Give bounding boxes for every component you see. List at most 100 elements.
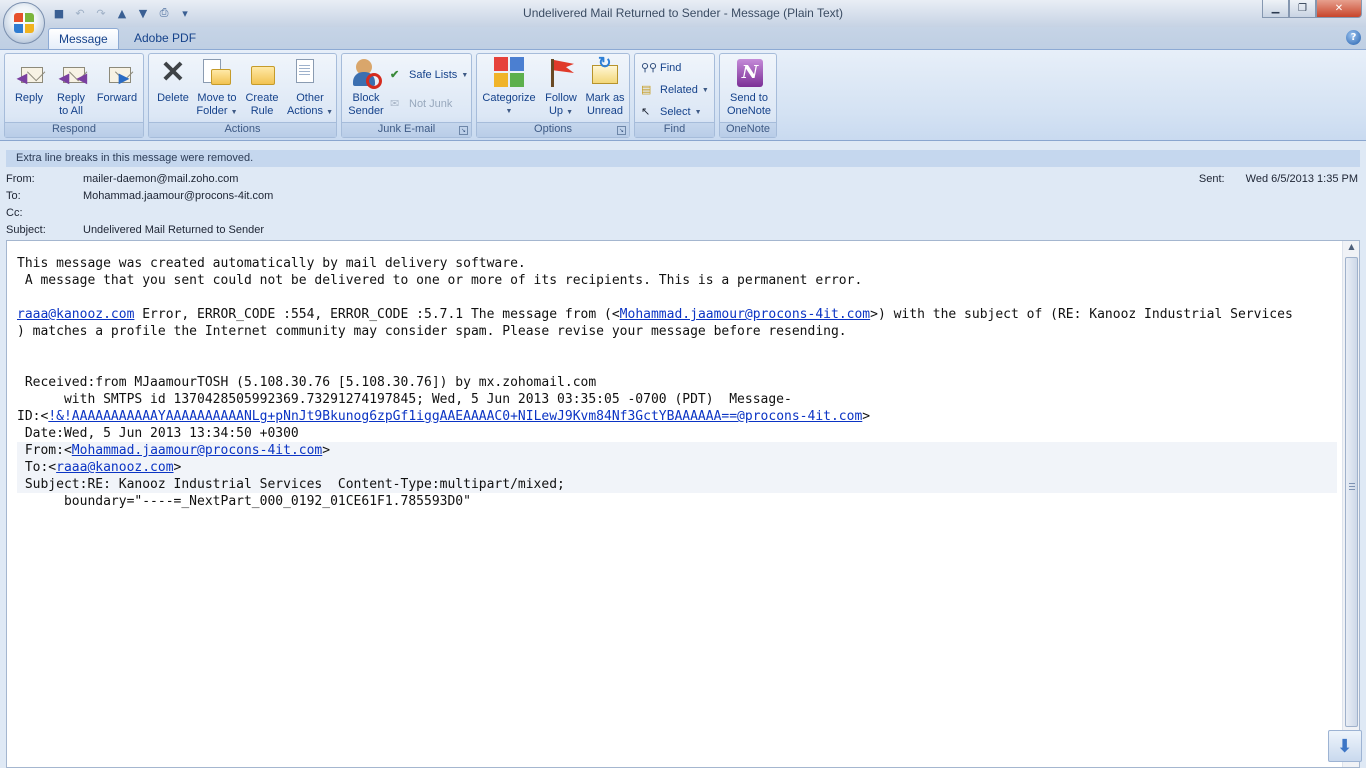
group-label-respond: Respond (5, 122, 143, 137)
move-to-folder-button[interactable]: Move to Folder ▼ (194, 57, 240, 121)
select-cursor-icon: ↖ (641, 105, 651, 118)
body-line: Subject:RE: Kanooz Industrial Services C… (17, 476, 1337, 493)
sent-label: Sent: (1198, 173, 1225, 185)
minimize-button[interactable]: ▁ (1262, 0, 1289, 18)
move-to-folder-icon (201, 57, 233, 89)
reply-all-button[interactable]: ◄◄ Reply to All (51, 57, 91, 121)
body-line: ) matches a profile the Internet communi… (17, 324, 847, 339)
dropdown-arrow-icon: ▼ (461, 71, 469, 79)
not-junk-button[interactable]: ✉ Not Junk (390, 95, 452, 113)
from-label: From: (6, 173, 35, 185)
scroll-up-icon[interactable]: ▲ (1344, 242, 1359, 256)
from-value[interactable]: mailer-daemon@mail.zoho.com (83, 173, 238, 185)
categorize-button[interactable]: Categorize ▼ (480, 57, 538, 121)
scrollbar-thumb[interactable] (1345, 257, 1358, 727)
group-respond: ◄ Reply ◄◄ Reply to All ► Forward Respon… (4, 53, 144, 138)
onenote-icon: N (733, 57, 765, 89)
body-line: ID:<!&!AAAAAAAAAAAYAAAAAAAAAANLg+pNnJt9B… (17, 409, 871, 424)
subject-value: Undelivered Mail Returned to Sender (83, 224, 264, 236)
sent-value: Wed 6/5/2013 1:35 PM (1245, 173, 1358, 185)
body-line: Received:from MJaamourTOSH (5.108.30.76 … (17, 375, 597, 390)
body-line: This message was created automatically b… (17, 256, 526, 271)
tab-adobe-pdf[interactable]: Adobe PDF (124, 28, 206, 49)
dialog-launcher-icon[interactable]: ↘ (617, 126, 626, 135)
safe-lists-button[interactable]: ✔ Safe Lists ▼ (390, 66, 468, 84)
related-button[interactable]: ▤ Related ▼ (641, 81, 709, 99)
group-onenote: N Send to OneNote OneNote (719, 53, 777, 138)
group-label-actions: Actions (149, 122, 336, 137)
to-label: To: (6, 190, 21, 202)
block-sender-button[interactable]: Block Sender (345, 57, 387, 121)
from-email-link[interactable]: Mohammad.jaamour@procons-4it.com (72, 443, 322, 458)
group-actions: ✕ Delete Move to Folder ▼ Create Rule Ot… (148, 53, 337, 138)
dropdown-arrow-icon: ▼ (694, 108, 702, 116)
group-junk-email: Block Sender ✔ Safe Lists ▼ ✉ Not Junk J… (341, 53, 472, 138)
window-controls: ▁ ❐ ✕ (1262, 0, 1362, 18)
related-icon: ▤ (641, 83, 652, 96)
to-email-link[interactable]: raaa@kanooz.com (56, 460, 173, 475)
office-logo-icon (14, 13, 34, 33)
reply-button[interactable]: ◄ Reply (9, 57, 49, 121)
create-rule-icon (246, 57, 278, 89)
ribbon-tabs: Message Adobe PDF ? (0, 27, 1366, 49)
sent-row: Sent: Wed 6/5/2013 1:35 PM (1199, 173, 1358, 185)
mark-as-unread-icon: ↻ (589, 56, 621, 89)
find-button[interactable]: ⚲⚲ Find (641, 59, 681, 77)
dropdown-arrow-icon: ▼ (230, 109, 238, 116)
flag-icon (545, 57, 577, 89)
dropdown-arrow-icon: ▼ (326, 109, 334, 116)
follow-up-button[interactable]: Follow Up ▼ (540, 57, 582, 121)
group-options: Categorize ▼ Follow Up ▼ ↻ Mark as Unrea… (476, 53, 630, 138)
reply-all-icon: ◄◄ (55, 67, 91, 88)
dropdown-arrow-icon: ▼ (701, 86, 709, 94)
binoculars-icon: ⚲⚲ (641, 61, 658, 74)
dropdown-arrow-icon: ▼ (566, 109, 574, 116)
body-line: with SMTPS id 1370428505992369.732912741… (17, 392, 792, 407)
not-junk-icon: ✉ (390, 97, 400, 110)
safe-lists-icon: ✔ (390, 68, 400, 81)
group-find: ⚲⚲ Find ▤ Related ▼ ↖ Select ▼ Find (634, 53, 715, 138)
help-icon[interactable]: ? (1346, 30, 1361, 45)
down-arrow-icon: ⬇ (1337, 736, 1353, 757)
select-button[interactable]: ↖ Select ▼ (641, 103, 702, 121)
info-bar[interactable]: Extra line breaks in this message were r… (6, 150, 1360, 167)
maximize-button[interactable]: ❐ (1289, 0, 1316, 18)
window-title: Undelivered Mail Returned to Sender - Me… (523, 6, 843, 20)
forward-button[interactable]: ► Forward (93, 57, 141, 121)
send-to-onenote-button[interactable]: N Send to OneNote (722, 57, 776, 121)
sender-email-link[interactable]: Mohammad.jaamour@procons-4it.com (620, 307, 870, 322)
body-line: Date:Wed, 5 Jun 2013 13:34:50 +0300 (17, 426, 299, 441)
scroll-down-button[interactable]: ⬇ (1328, 730, 1362, 762)
other-actions-button[interactable]: Other Actions ▼ (285, 57, 335, 121)
create-rule-button[interactable]: Create Rule (242, 57, 282, 121)
message-text[interactable]: This message was created automatically b… (17, 255, 1337, 510)
forward-icon: ► (101, 57, 133, 89)
dialog-launcher-icon[interactable]: ↘ (459, 126, 468, 135)
other-actions-icon (294, 57, 326, 89)
close-button[interactable]: ✕ (1316, 0, 1362, 18)
vertical-scrollbar[interactable]: ▲ (1342, 241, 1359, 767)
reply-icon: ◄ (13, 57, 45, 89)
ribbon: ◄ Reply ◄◄ Reply to All ► Forward Respon… (0, 49, 1366, 141)
office-button[interactable] (3, 2, 45, 44)
delete-icon: ✕ (160, 56, 186, 89)
to-value[interactable]: Mohammad.jaamour@procons-4it.com (83, 190, 273, 202)
group-label-options: Options (477, 122, 629, 137)
delete-button[interactable]: ✕ Delete (153, 57, 193, 121)
block-sender-icon (350, 57, 382, 89)
recipient-email-link[interactable]: raaa@kanooz.com (17, 307, 134, 322)
mark-as-unread-button[interactable]: ↻ Mark as Unread (583, 56, 627, 121)
cc-label: Cc: (6, 207, 23, 219)
body-line: raaa@kanooz.com Error, ERROR_CODE :554, … (17, 307, 1293, 322)
tab-message[interactable]: Message (48, 28, 119, 49)
group-label-junk-email: Junk E-mail (342, 122, 471, 137)
message-body[interactable]: This message was created automatically b… (6, 240, 1360, 768)
body-line: A message that you sent could not be del… (17, 273, 863, 288)
body-line: boundary="----=_NextPart_000_0192_01CE61… (17, 494, 471, 509)
message-id-link[interactable]: !&!AAAAAAAAAAAYAAAAAAAAAANLg+pNnJt9Bkuno… (48, 409, 862, 424)
title-bar: ■ ↶ ↷ ▲ ▼ ⎙ ▾ Undelivered Mail Returned … (0, 0, 1366, 27)
categorize-icon (493, 57, 525, 89)
